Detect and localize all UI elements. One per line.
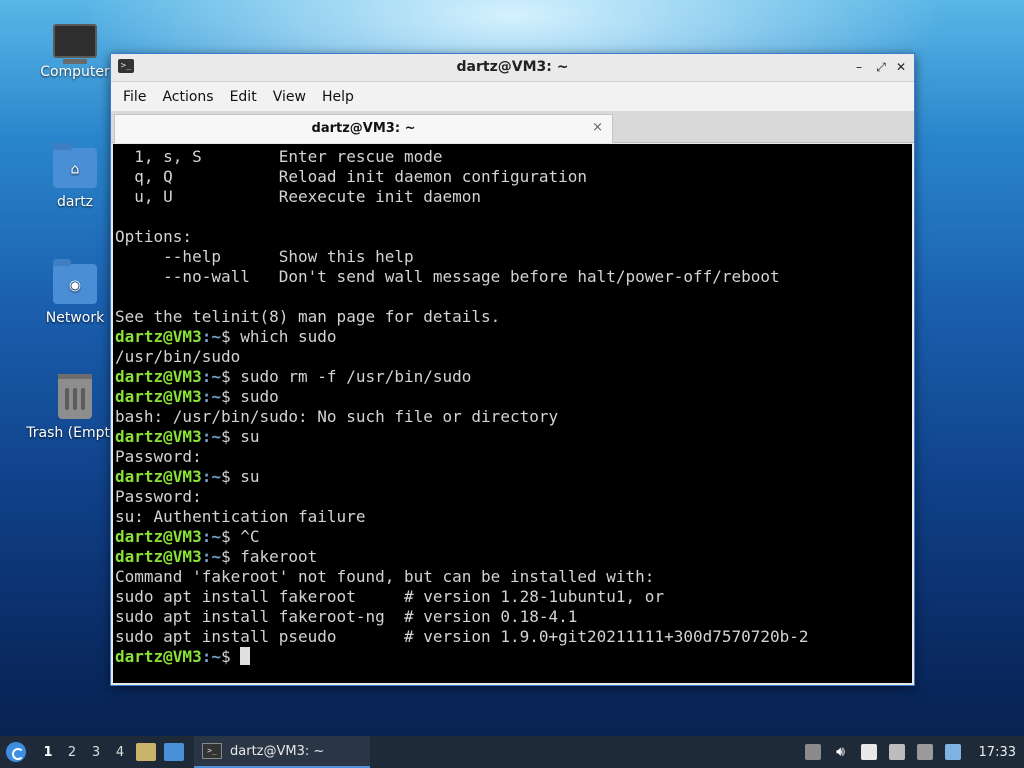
terminal-line: q, Q Reload init daemon configuration [115,167,588,186]
terminal-line: --no-wall Don't send wall message before… [115,267,780,286]
prompt-symbol: $ [220,467,241,486]
prompt-symbol: $ [220,647,241,666]
terminal-task-icon: >_ [202,743,222,759]
command-text: su [240,467,260,486]
terminal-line: Password: [115,447,202,466]
prompt-path: :~ [201,547,221,566]
prompt-path: :~ [201,647,221,666]
menu-view[interactable]: View [265,89,314,105]
file-manager-icon[interactable] [136,743,156,761]
command-text: fakeroot [240,547,318,566]
clipboard-icon[interactable] [804,744,821,760]
workspace-1[interactable]: 1 [36,745,60,760]
terminal-line: 1, s, S Enter rescue mode [115,147,443,166]
terminal-line: /usr/bin/sudo [115,347,241,366]
prompt-path: :~ [201,527,221,546]
terminal-line: dartz@VM3:~$ sudo rm -f /usr/bin/sudo [115,367,912,387]
volume-icon[interactable]: 🔊︎ [833,744,849,760]
terminal-line: dartz@VM3:~$ fakeroot [115,547,912,567]
workspace-2[interactable]: 2 [60,745,84,760]
terminal-line: sudo apt install fakeroot # version 1.28… [115,587,665,606]
terminal-line: See the telinit(8) man page for details. [115,307,501,326]
text-cursor [240,647,251,665]
prompt-path: :~ [201,327,221,346]
system-tray: 🔊︎ 17:33 [799,736,1024,768]
terminal-line: su: Authentication failure [115,507,366,526]
command-text: which sudo [240,327,337,346]
terminal-lines: 1, s, S Enter rescue mode q, Q Reload in… [113,144,912,667]
command-text: sudo rm -f /usr/bin/sudo [240,367,472,386]
home-folder-icon: ⌂ [53,143,97,188]
battery-icon[interactable] [888,744,905,760]
taskbar-task-label: dartz@VM3: ~ [230,743,325,759]
terminal-line: dartz@VM3:~$ ^C [115,527,912,547]
menu-edit[interactable]: Edit [222,89,265,105]
terminal-line: Options: [115,227,193,246]
prompt-user: dartz@VM3 [115,547,202,566]
tab-label: dartz@VM3: ~ [311,121,416,136]
menu-actions[interactable]: Actions [154,89,221,105]
maximize-icon[interactable]: ⤢ [872,58,890,76]
command-text: sudo [240,387,279,406]
clock[interactable]: 17:33 [979,745,1016,760]
prompt-user: dartz@VM3 [115,427,202,446]
notes-icon[interactable] [860,744,877,760]
terminal-window[interactable]: >_ dartz@VM3: ~ – ⤢ ✕ File Actions Edit … [110,53,915,686]
menu-file[interactable]: File [115,89,154,105]
terminal-line: dartz@VM3:~$ [115,647,912,667]
command-text: ^C [240,527,260,546]
trash-icon [58,374,92,419]
prompt-symbol: $ [220,547,241,566]
start-menu-icon[interactable] [6,742,26,762]
window-titlebar[interactable]: >_ dartz@VM3: ~ – ⤢ ✕ [111,54,914,82]
menu-bar: File Actions Edit View Help [111,82,914,111]
prompt-user: dartz@VM3 [115,647,202,666]
prompt-symbol: $ [220,327,241,346]
terminal-line: sudo apt install fakeroot-ng # version 0… [115,607,578,626]
menu-help[interactable]: Help [314,89,362,105]
prompt-symbol: $ [220,387,241,406]
prompt-symbol: $ [220,367,241,386]
terminal-line: Command 'fakeroot' not found, but can be… [115,567,655,586]
show-desktop-icon[interactable] [164,743,184,761]
terminal-line: --help Show this help [115,247,414,266]
prompt-user: dartz@VM3 [115,467,202,486]
workspace-4[interactable]: 4 [108,745,132,760]
close-icon[interactable]: ✕ [892,58,910,76]
prompt-symbol: $ [220,427,241,446]
network-folder-icon: ◉ [53,259,97,304]
prompt-user: dartz@VM3 [115,327,202,346]
terminal-line: sudo apt install pseudo # version 1.9.0+… [115,627,809,646]
workspace-3[interactable]: 3 [84,745,108,760]
tab-bar: dartz@VM3: ~ × [111,111,914,143]
prompt-path: :~ [201,387,221,406]
prompt-user: dartz@VM3 [115,387,202,406]
terminal-line: dartz@VM3:~$ which sudo [115,327,912,347]
terminal-line: u, U Reexecute init daemon [115,187,482,206]
taskbar: 1 2 3 4 >_ dartz@VM3: ~ 🔊︎ 17:33 [0,736,1024,768]
terminal-line: dartz@VM3:~$ su [115,467,912,487]
prompt-symbol: $ [220,527,241,546]
terminal-output[interactable]: 1, s, S Enter rescue mode q, Q Reload in… [113,144,912,683]
update-icon[interactable] [944,744,961,760]
prompt-path: :~ [201,467,221,486]
taskbar-task-terminal[interactable]: >_ dartz@VM3: ~ [194,736,370,768]
prompt-user: dartz@VM3 [115,367,202,386]
command-text: su [240,427,260,446]
window-title: dartz@VM3: ~ [456,59,569,75]
terminal-line: dartz@VM3:~$ sudo [115,387,912,407]
terminal-line: bash: /usr/bin/sudo: No such file or dir… [115,407,559,426]
terminal-line: Password: [115,487,202,506]
minimize-icon[interactable]: – [850,58,868,76]
terminal-line: dartz@VM3:~$ su [115,427,912,447]
prompt-path: :~ [201,367,221,386]
network-icon[interactable] [916,744,933,760]
tab-close-icon[interactable]: × [592,120,603,135]
prompt-user: dartz@VM3 [115,527,202,546]
computer-icon [53,24,97,64]
prompt-path: :~ [201,427,221,446]
tab-terminal[interactable]: dartz@VM3: ~ × [114,114,613,143]
